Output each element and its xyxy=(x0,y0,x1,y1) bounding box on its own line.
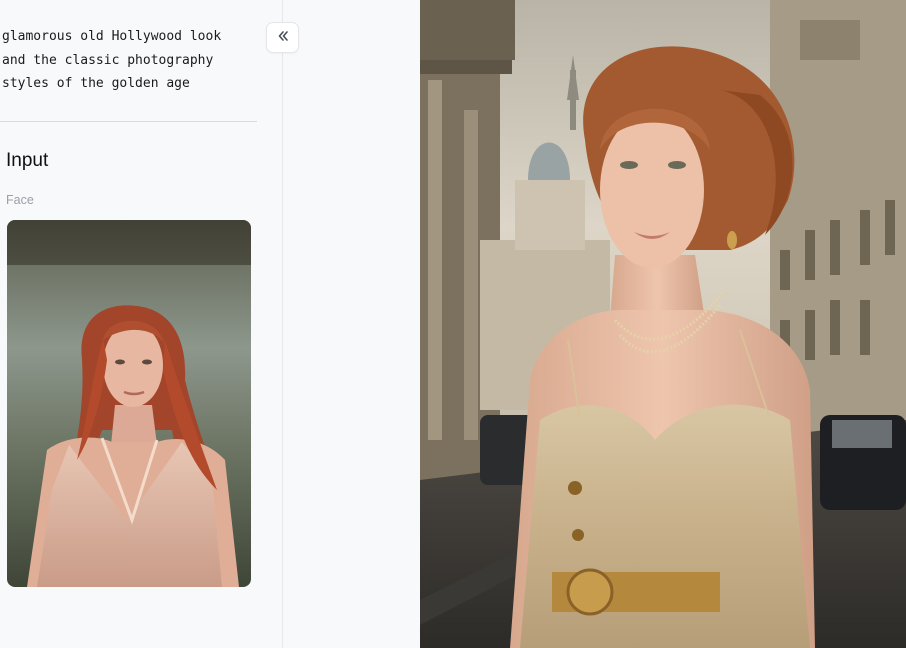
collapse-sidebar-button[interactable] xyxy=(266,22,299,53)
face-input-image[interactable] xyxy=(7,220,251,587)
face-field-label: Face xyxy=(6,193,34,207)
output-image[interactable] xyxy=(420,0,906,648)
input-section-title: Input xyxy=(6,150,49,171)
main-gap-area xyxy=(283,0,420,648)
chevrons-left-icon xyxy=(276,28,290,47)
divider xyxy=(0,121,257,122)
left-panel: glamorous old Hollywood look and the cla… xyxy=(0,0,283,648)
prompt-text: glamorous old Hollywood look and the cla… xyxy=(2,29,222,91)
